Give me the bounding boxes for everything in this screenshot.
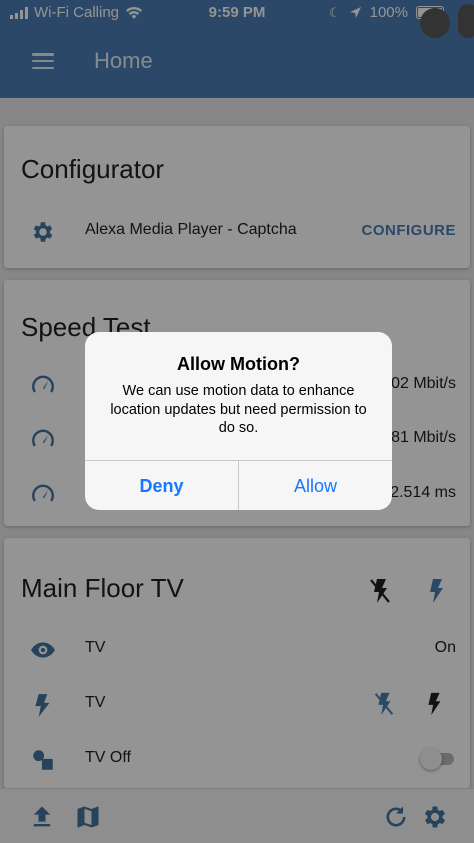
dialog-message: We can use motion data to enhance locati…	[110, 383, 367, 436]
dialog-title: Allow Motion?	[177, 354, 300, 374]
dialog-buttons: Deny Allow	[85, 460, 392, 510]
permission-dialog: Allow Motion? We can use motion data to …	[85, 332, 392, 510]
deny-button[interactable]: Deny	[85, 461, 239, 510]
camera-lens	[458, 4, 474, 38]
camera-lens	[420, 8, 450, 38]
allow-button[interactable]: Allow	[239, 461, 392, 510]
